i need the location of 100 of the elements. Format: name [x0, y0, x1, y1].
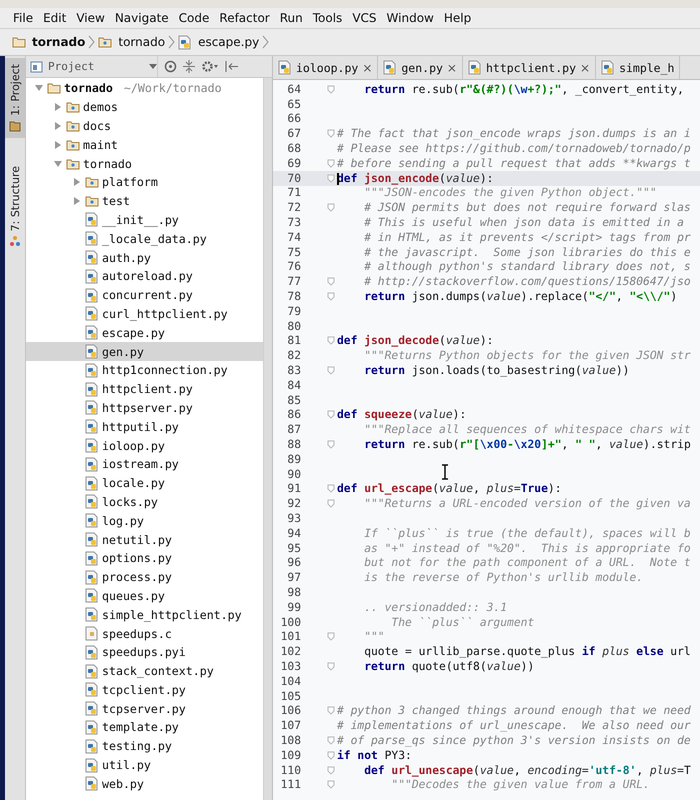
- fold-marker-icon[interactable]: [327, 662, 335, 671]
- expanded-arrow-icon[interactable]: [34, 83, 44, 94]
- fold-marker-icon[interactable]: [327, 158, 335, 168]
- breadcrumb-item[interactable]: escape.py: [198, 35, 260, 49]
- tree-item[interactable]: demos: [26, 98, 263, 117]
- tree-item[interactable]: options.py: [26, 548, 263, 568]
- fold-marker-icon[interactable]: [327, 484, 335, 494]
- line-number: 71: [286, 186, 301, 200]
- tree-item[interactable]: test: [26, 192, 263, 211]
- tree-item[interactable]: iostream.py: [26, 454, 263, 474]
- tree-item[interactable]: locks.py: [26, 492, 263, 512]
- tree-item[interactable]: ioloop.py: [26, 436, 263, 455]
- view-selector[interactable]: Project: [48, 60, 144, 73]
- fold-marker-icon[interactable]: [327, 129, 335, 138]
- settings-icon[interactable]: [201, 60, 219, 73]
- collapsed-arrow-icon[interactable]: [53, 140, 63, 150]
- fold-marker-icon[interactable]: [327, 174, 335, 183]
- menu-item[interactable]: VCS: [347, 11, 382, 25]
- fold-marker-icon[interactable]: [327, 336, 335, 346]
- menu-item[interactable]: Help: [438, 11, 476, 25]
- code-editor[interactable]: [273, 80, 700, 800]
- collapsed-arrow-icon[interactable]: [53, 120, 63, 131]
- tree-item[interactable]: testing.py: [26, 736, 263, 756]
- caret-icon[interactable]: [149, 64, 157, 70]
- menu-item[interactable]: View: [71, 11, 110, 25]
- tree-item[interactable]: log.py: [26, 511, 263, 530]
- tree-item[interactable]: httpserver.py: [26, 398, 263, 418]
- tree-item[interactable]: tcpclient.py: [26, 680, 263, 700]
- tool-window-tab[interactable]: 7: Structure: [5, 160, 25, 254]
- fold-marker-icon[interactable]: [327, 292, 335, 302]
- tree-item[interactable]: gen.py: [26, 342, 263, 361]
- menu-item[interactable]: Navigate: [110, 11, 174, 25]
- fold-marker-icon[interactable]: [327, 766, 335, 775]
- tree-item[interactable]: auth.py: [26, 248, 263, 267]
- fold-marker-icon[interactable]: [327, 440, 335, 450]
- tree-item[interactable]: web.py: [26, 774, 263, 794]
- scrollbar[interactable]: [263, 78, 272, 800]
- tree-item[interactable]: __init__.py: [26, 210, 263, 230]
- close-icon[interactable]: ×: [362, 60, 372, 74]
- tree-item[interactable]: locale.py: [26, 474, 263, 493]
- fold-marker-icon[interactable]: [327, 84, 335, 94]
- collapse-all-icon[interactable]: [183, 60, 195, 73]
- tree-item[interactable]: httputil.py: [26, 417, 263, 436]
- tree-item[interactable]: curl_httpclient.py: [26, 304, 263, 324]
- collapsed-arrow-icon[interactable]: [53, 102, 63, 112]
- line-number: 103: [280, 660, 301, 673]
- tree-item[interactable]: speedups.c: [26, 624, 263, 643]
- fold-marker-icon[interactable]: [327, 366, 335, 376]
- fold-marker-icon[interactable]: [327, 780, 335, 790]
- menu-item[interactable]: Tools: [308, 11, 348, 25]
- tree-item[interactable]: stack_context.py: [26, 662, 263, 680]
- tree-item[interactable]: queues.py: [26, 586, 263, 606]
- tool-window-tab[interactable]: 1: Project: [5, 58, 25, 138]
- collapsed-arrow-icon[interactable]: [72, 177, 82, 188]
- tree-item[interactable]: concurrent.py: [26, 286, 263, 305]
- tree-item[interactable]: docs: [26, 116, 263, 136]
- fold-marker-icon[interactable]: [327, 203, 335, 212]
- fold-marker-icon[interactable]: [327, 277, 335, 286]
- expanded-arrow-icon[interactable]: [53, 158, 63, 169]
- tree-item[interactable]: speedups.pyi: [26, 642, 263, 662]
- pin-left-icon[interactable]: [225, 60, 239, 73]
- fold-marker-icon[interactable]: [327, 499, 335, 508]
- collapsed-arrow-icon[interactable]: [72, 196, 82, 206]
- tree-item[interactable]: escape.py: [26, 323, 263, 342]
- breadcrumb-item[interactable]: tornado: [118, 35, 166, 49]
- tree-item[interactable]: util.py: [26, 756, 263, 774]
- menu-item[interactable]: Edit: [38, 11, 72, 25]
- menu-item[interactable]: Window: [382, 11, 439, 25]
- fold-marker-icon[interactable]: [327, 632, 335, 642]
- tree-item[interactable]: tornado ~/Work/tornado: [26, 79, 263, 98]
- folder-icon: [66, 138, 80, 151]
- close-icon[interactable]: ×: [580, 60, 590, 74]
- tree-item[interactable]: maint: [26, 135, 263, 154]
- tree-item[interactable]: tcpserver.py: [26, 699, 263, 718]
- python-file-icon: [85, 476, 99, 491]
- close-icon[interactable]: ×: [446, 60, 457, 74]
- tree-item[interactable]: httpclient.py: [26, 380, 263, 399]
- python-file-icon: [85, 212, 99, 228]
- fold-marker-icon[interactable]: [327, 750, 335, 760]
- menu-item[interactable]: Run: [274, 11, 308, 25]
- code-text: # in HTML, as it prevents </script> tags from pr: [363, 230, 691, 244]
- fold-marker-icon[interactable]: [327, 736, 335, 745]
- tree-item[interactable]: tornado: [26, 154, 263, 173]
- menu-item[interactable]: Code: [174, 11, 214, 25]
- fold-marker-icon[interactable]: [327, 706, 335, 716]
- tree-item[interactable]: _locale_data.py: [26, 229, 263, 248]
- tree-item[interactable]: process.py: [26, 568, 263, 587]
- tree-item[interactable]: template.py: [26, 718, 263, 737]
- line-number: 108: [280, 734, 301, 747]
- tree-item[interactable]: platform: [26, 172, 263, 192]
- tree-item[interactable]: netutil.py: [26, 530, 263, 549]
- menu-item[interactable]: File: [8, 11, 38, 25]
- tree-item[interactable]: autoreload.py: [26, 266, 263, 286]
- menu-item[interactable]: Refactor: [214, 11, 275, 25]
- tree-item[interactable]: http1connection.py: [26, 360, 263, 380]
- tree-item[interactable]: simple_httpclient.py: [26, 605, 263, 624]
- fold-marker-icon[interactable]: [327, 410, 335, 420]
- python-file-icon: [278, 60, 292, 75]
- crosshair-icon[interactable]: [164, 60, 177, 73]
- breadcrumb-item[interactable]: tornado: [32, 35, 86, 49]
